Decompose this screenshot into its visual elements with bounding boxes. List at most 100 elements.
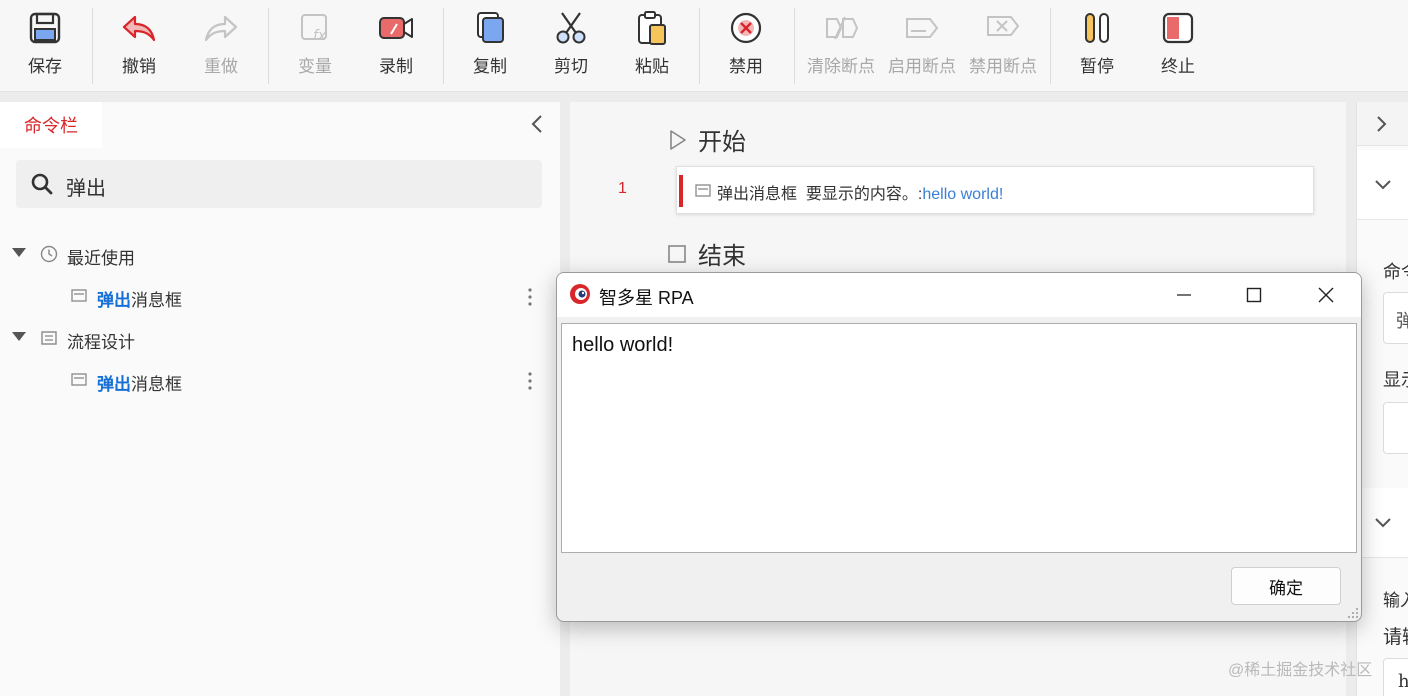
toolbar-divider [794,8,795,84]
minimize-icon [1177,294,1191,296]
list-item[interactable]: 弹出消息框 [0,360,560,400]
caret-down-icon[interactable] [12,248,26,257]
flow-start-node[interactable]: 开始 [666,122,746,157]
tab-command-bar[interactable]: 命令栏 [0,102,102,148]
dialog-message-area: hello world! [561,323,1357,553]
field-label: 命令 [1383,262,1408,282]
toolbar-divider [92,8,93,84]
caret-down-icon[interactable] [12,332,26,341]
chevron-left-icon[interactable] [526,110,548,138]
clear-breakpoints-button[interactable]: 清除断点 [804,6,878,86]
group-label: 流程设计 [67,333,135,352]
redo-icon [204,15,238,42]
cut-label: 剪切 [554,57,588,76]
field-value: h [1398,671,1408,692]
record-icon [379,17,413,39]
disable-breakpoints-icon [987,16,1020,36]
stop-button[interactable]: 终止 [1153,6,1203,86]
variable-icon: fx [301,14,327,44]
field-value: 弹 [1396,311,1408,331]
redo-label: 重做 [204,57,238,76]
command-row[interactable]: 弹出消息框 要显示的内容。:hello world! [676,166,1314,214]
group-label: 最近使用 [67,249,135,268]
close-button[interactable] [1291,273,1361,317]
line-number: 1 [618,180,627,197]
group-recent[interactable]: 最近使用 [0,234,560,274]
maximize-button[interactable] [1219,273,1289,317]
section-header[interactable] [1357,488,1408,558]
flow-end-node[interactable]: 结束 [666,236,746,271]
record-button[interactable]: 录制 [371,6,421,86]
param-label: 要显示的内容。: [805,186,923,203]
copy-button[interactable]: 复制 [465,6,515,86]
display-field[interactable] [1383,402,1408,454]
command-search[interactable]: 弹出 [16,160,542,208]
disable-breakpoints-label: 禁用断点 [969,57,1037,76]
undo-label: 撤销 [122,57,156,76]
pause-button[interactable]: 暂停 [1072,6,1122,86]
enable-breakpoints-button[interactable]: 启用断点 [885,6,959,86]
item-text: 消息框 [131,291,182,310]
dialog-title: 智多星 RPA [599,288,694,308]
pause-icon [1085,13,1109,43]
clear-breakpoints-label: 清除断点 [807,57,875,76]
command-name-field[interactable]: 弹 [1383,292,1408,344]
command-text: 弹出消息框 要显示的内容。:hello world! [717,180,1003,204]
minimize-button[interactable] [1149,273,1219,317]
disable-button[interactable]: 禁用 [721,6,771,86]
paste-button[interactable]: 粘贴 [627,6,677,86]
save-button[interactable]: 保存 [20,6,70,86]
paste-label: 粘贴 [635,57,669,76]
flow-start-label: 开始 [698,129,746,156]
chevron-down-icon[interactable] [1373,174,1393,194]
ok-button[interactable]: 确定 [1231,567,1341,605]
flow-end-label: 结束 [698,243,746,270]
variable-label: 变量 [298,57,332,76]
breakpoint-marker [679,175,683,207]
svg-text:fx: fx [313,28,327,44]
disable-label: 禁用 [729,57,763,76]
properties-panel: 命令 弹 显示 输入 请输 h [1356,102,1408,696]
dialog-titlebar[interactable]: 智多星 RPA [557,273,1361,317]
redo-button[interactable]: 重做 [196,6,246,86]
close-icon [1318,287,1334,303]
section-header[interactable] [1357,150,1408,220]
message-box-icon [695,184,711,197]
list-item-label: 弹出消息框 [97,286,182,311]
panel-header [1357,102,1408,146]
disable-breakpoints-button[interactable]: 禁用断点 [966,6,1040,86]
chevron-right-icon[interactable] [1371,112,1391,136]
stop-label: 终止 [1161,57,1195,76]
watermark: @稀土掘金技术社区 [1228,662,1373,679]
maximize-icon [1246,287,1262,303]
toolbar-divider [1050,8,1051,84]
clock-icon [40,245,58,263]
clear-breakpoints-icon [826,16,859,40]
chevron-down-icon[interactable] [1373,512,1393,532]
command-name: 弹出消息框 [717,186,798,203]
stop-square-icon [668,244,686,263]
disable-icon [730,12,762,44]
search-icon [31,173,53,195]
item-text: 消息框 [131,375,182,394]
cut-button[interactable]: 剪切 [546,6,596,86]
field-label: 请输 [1383,627,1408,648]
dialog-message: hello world! [572,334,674,356]
play-icon [670,129,686,150]
variable-button[interactable]: fx 变量 [290,6,340,86]
more-vert-icon[interactable] [522,370,538,392]
list-item[interactable]: 弹出消息框 [0,276,560,316]
search-input[interactable]: 弹出 [66,172,106,201]
toolbar-divider [699,8,700,84]
copy-label: 复制 [473,57,507,76]
input-field[interactable]: h [1383,658,1408,696]
group-flow-design[interactable]: 流程设计 [0,318,560,358]
scissors-icon [556,12,586,44]
field-label: 显示 [1383,370,1408,390]
undo-icon [122,15,156,42]
match-highlight: 弹出 [97,291,131,310]
resize-grip-icon[interactable] [1347,607,1359,619]
more-vert-icon[interactable] [522,286,538,308]
command-panel: 命令栏 弹出 最近使用 弹出消息框 流程设计 弹出消息框 [0,102,560,696]
undo-button[interactable]: 撤销 [114,6,164,86]
